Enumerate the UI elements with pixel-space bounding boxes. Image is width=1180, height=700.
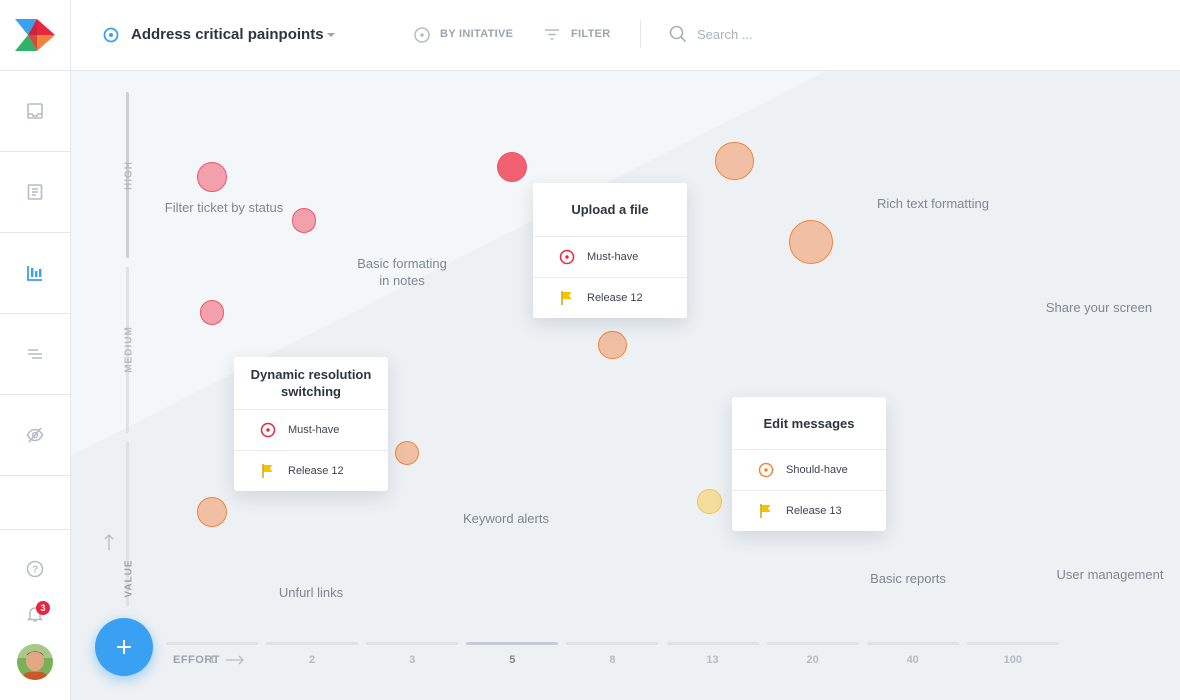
point-label-rich-text: Rich text formatting [877,196,989,211]
flag-icon [757,502,775,520]
card-release: Release 13 [786,505,842,517]
feature-bubble[interactable] [497,151,528,182]
add-feature-button[interactable] [95,618,153,676]
sidebar-item-inbox[interactable] [0,70,70,151]
x-axis-segment[interactable] [166,642,258,645]
header: Address critical painpoints BY INITATIVE… [71,0,1180,71]
card-priority-row[interactable]: Should-have [732,449,886,490]
y-level-high: HIGH [123,161,135,190]
document-icon [27,184,43,200]
sidebar-item-hidden[interactable] [0,394,70,475]
y-level-medium: MEDIUM [123,326,135,373]
plus-icon [117,640,131,654]
sidebar-item-roadmap[interactable] [0,313,70,394]
page-title[interactable]: Address critical painpoints [131,26,324,43]
avatar[interactable] [17,644,53,680]
should-have-icon [757,461,775,479]
point-label-basic-reports: Basic reports [870,571,946,586]
x-tick-label: 100 [1003,654,1022,666]
notification-badge: 3 [36,601,50,615]
x-tick-label: 8 [609,654,616,666]
card-priority: Must-have [288,424,340,436]
feature-bubble[interactable] [788,220,833,265]
feature-bubble[interactable] [598,330,627,360]
chart-canvas: HIGH MEDIUM VALUE EFFORT 1 2 3 5 8 13 20 40 100 … [71,71,1180,700]
y-axis-label: VALUE [123,559,135,598]
must-have-icon [259,421,277,439]
x-tick-label: 40 [906,654,919,666]
card-release-row[interactable]: Release 12 [234,450,388,491]
chevron-down-icon[interactable] [327,33,335,37]
x-axis-segment[interactable] [866,642,959,645]
point-label-user-management: User management [1056,567,1164,582]
feature-card-edit[interactable]: Edit messages Should-have Release 13 [732,397,886,531]
feature-bubble[interactable] [715,142,754,181]
filter-button[interactable]: FILTER [571,28,610,40]
card-release: Release 12 [587,292,643,304]
card-title: Edit messages [763,415,855,431]
feature-bubble[interactable] [697,489,722,514]
point-label-unfurl-links: Unfurl links [278,585,344,600]
x-tick-label: 20 [806,654,819,666]
card-title: Dynamic resolution switching [250,367,372,399]
feature-card-dynamic[interactable]: Dynamic resolution switching Must-have R… [234,357,388,491]
sidebar-item-chart[interactable] [0,232,70,313]
sidebar-spacer [0,475,70,530]
target-icon [103,27,119,43]
x-axis-segment[interactable] [266,642,359,645]
x-axis-segment[interactable] [366,642,459,645]
flag-icon [558,289,576,307]
point-label-filter-ticket: Filter ticket by status [164,200,284,215]
help-icon[interactable]: ? [25,559,45,579]
x-axis-segment[interactable] [766,642,859,645]
must-have-icon [558,248,576,266]
feature-bubble[interactable] [199,300,225,325]
inbox-icon [27,103,43,119]
x-axis-segment[interactable] [466,642,559,645]
feature-card-upload[interactable]: Upload a file Must-have Release 12 [533,183,687,318]
sidebar: ? 3 [0,0,71,700]
header-divider [640,20,641,48]
x-axis-segment[interactable] [566,642,659,645]
feature-bubble[interactable] [197,497,227,528]
x-tick-label: 3 [409,654,416,666]
card-priority-row[interactable]: Must-have [234,409,388,450]
card-release: Release 12 [288,465,344,477]
card-priority-row[interactable]: Must-have [533,236,687,277]
point-label-keyword-alerts: Keyword alerts [463,511,549,526]
point-label-basic-formating: Basic formating in notes [357,256,447,288]
svg-text:?: ? [32,565,38,576]
x-axis-segment[interactable] [666,642,759,645]
eye-off-icon [26,427,44,443]
search-icon [669,25,687,43]
x-tick-label: 5 [509,654,516,666]
group-by-button[interactable]: BY INITATIVE [440,28,513,40]
chart-icon [27,266,42,281]
arrow-up-icon [104,534,114,550]
filter-icon [545,29,559,40]
app-logo[interactable] [15,17,55,53]
card-title: Upload a file [571,202,649,217]
card-priority: Should-have [786,464,848,476]
x-tick-label: 13 [706,654,719,666]
card-priority: Must-have [587,251,639,263]
lines-icon [28,349,42,359]
sidebar-item-notes[interactable] [0,151,70,232]
x-tick-label: 2 [309,654,316,666]
x-tick-label: 1 [208,654,216,666]
flag-icon [259,462,277,480]
search-input[interactable]: Search ... [697,27,753,42]
target-outline-icon [414,27,430,43]
card-release-row[interactable]: Release 13 [732,490,886,531]
x-axis-segment[interactable] [966,642,1059,645]
point-label-share-screen: Share your screen [1045,300,1153,315]
card-release-row[interactable]: Release 12 [533,277,687,318]
